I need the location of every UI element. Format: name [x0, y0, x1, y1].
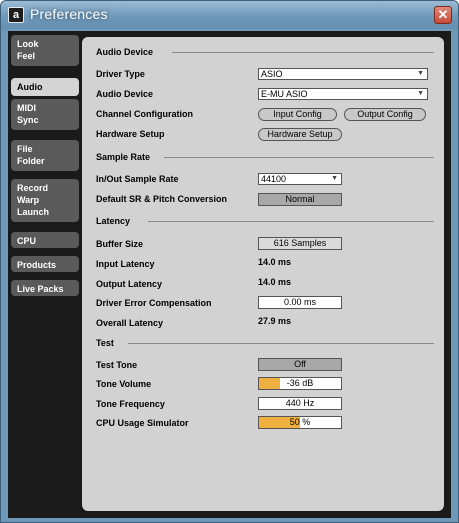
tab-label: Feel — [17, 51, 36, 61]
sample-rate-dropdown[interactable]: 44100 ▼ — [258, 173, 342, 185]
input-latency-value: 14.0 ms — [258, 257, 292, 267]
section-header: Audio Device — [96, 46, 434, 58]
section-header: Sample Rate — [96, 151, 434, 163]
live-app-icon: a — [8, 7, 24, 23]
hardware-setup-button[interactable]: Hardware Setup — [258, 128, 342, 141]
section-divider — [172, 52, 434, 53]
cpu-simulator-slider[interactable]: 50 % — [258, 416, 342, 429]
tab-label: Audio — [17, 82, 43, 92]
chevron-down-icon: ▼ — [417, 70, 424, 77]
audio-device-dropdown[interactable]: E-MU ASIO ▼ — [258, 88, 428, 100]
field-value: 616 Samples — [273, 238, 327, 248]
tab-label: MIDI — [17, 103, 36, 113]
chevron-down-icon: ▼ — [331, 175, 338, 182]
tone-frequency-field[interactable]: 440 Hz — [258, 397, 342, 410]
test-tone-toggle[interactable]: Off — [258, 358, 342, 371]
tab-label: Launch — [17, 207, 50, 217]
tab-label: Warp — [17, 195, 40, 205]
output-latency-value: 14.0 ms — [258, 277, 292, 287]
tab-label: Products — [17, 260, 57, 270]
output-latency-label: Output Latency — [96, 279, 163, 289]
section-divider — [164, 157, 434, 158]
section-header: Test — [96, 337, 434, 349]
tab-label: Live Packs — [17, 284, 64, 294]
slider-value: -36 dB — [286, 378, 314, 388]
default-sr-label: Default SR & Pitch Conversion — [96, 194, 228, 204]
tab-label: File — [17, 144, 33, 154]
chevron-down-icon: ▼ — [417, 90, 424, 97]
preferences-body: Look Feel Audio MIDI Sync File Folder Re… — [8, 31, 451, 518]
close-button[interactable]: ✕ — [434, 6, 452, 24]
tab-products[interactable]: Products — [11, 256, 79, 272]
tab-label: Look — [17, 39, 39, 49]
preferences-window: a Preferences ✕ Look Feel Audio MIDI Syn… — [0, 0, 459, 523]
tab-midi-sync[interactable]: MIDI Sync — [11, 99, 79, 130]
overall-latency-value: 27.9 ms — [258, 316, 292, 326]
tab-label: Folder — [17, 156, 45, 166]
selector-value: Normal — [285, 194, 315, 204]
tab-file-folder[interactable]: File Folder — [11, 140, 79, 171]
tab-record-warp-launch[interactable]: Record Warp Launch — [11, 179, 79, 222]
tab-look-feel[interactable]: Look Feel — [11, 35, 79, 66]
tab-audio[interactable]: Audio — [11, 78, 79, 96]
title-bar[interactable]: a Preferences ✕ — [1, 1, 458, 29]
section-title: Latency — [96, 216, 131, 226]
audio-device-label: Audio Device — [96, 89, 154, 99]
slider-value: 50 % — [289, 417, 311, 427]
input-latency-label: Input Latency — [96, 259, 155, 269]
cpu-simulator-label: CPU Usage Simulator — [96, 418, 189, 428]
dropdown-value: ASIO — [261, 69, 283, 79]
slider-fill — [259, 378, 280, 389]
overall-latency-label: Overall Latency — [96, 318, 164, 328]
driver-type-label: Driver Type — [96, 69, 145, 79]
window-title: Preferences — [30, 6, 108, 22]
hardware-setup-label: Hardware Setup — [96, 129, 165, 139]
tab-label: CPU — [17, 236, 37, 246]
tone-frequency-label: Tone Frequency — [96, 399, 165, 409]
in-out-sample-rate-label: In/Out Sample Rate — [96, 174, 179, 184]
driver-error-label: Driver Error Compensation — [96, 298, 212, 308]
audio-settings-panel: Audio Device Driver Type ASIO ▼ Audio De… — [82, 37, 444, 511]
output-config-button[interactable]: Output Config — [344, 108, 426, 121]
section-title: Test — [96, 338, 114, 348]
buffer-size-label: Buffer Size — [96, 239, 144, 249]
section-title: Audio Device — [96, 47, 154, 57]
field-value: 0.00 ms — [283, 297, 316, 307]
close-icon: ✕ — [437, 7, 449, 22]
toggle-value: Off — [294, 359, 306, 369]
field-value: 440 Hz — [285, 398, 315, 408]
section-divider — [128, 343, 434, 344]
channel-config-label: Channel Configuration — [96, 109, 193, 119]
test-tone-label: Test Tone — [96, 360, 138, 370]
dropdown-value: 44100 — [261, 174, 287, 184]
buffer-size-field[interactable]: 616 Samples — [258, 237, 342, 250]
section-header: Latency — [96, 215, 434, 227]
tab-label: Sync — [17, 115, 39, 125]
tab-cpu[interactable]: CPU — [11, 232, 79, 248]
section-title: Sample Rate — [96, 152, 151, 162]
tone-volume-slider[interactable]: -36 dB — [258, 377, 342, 390]
dropdown-value: E-MU ASIO — [261, 89, 308, 99]
driver-type-dropdown[interactable]: ASIO ▼ — [258, 68, 428, 80]
tab-live-packs[interactable]: Live Packs — [11, 280, 79, 296]
driver-error-field[interactable]: 0.00 ms — [258, 296, 342, 309]
input-config-button[interactable]: Input Config — [258, 108, 337, 121]
tab-label: Record — [17, 183, 49, 193]
section-divider — [148, 221, 434, 222]
sr-conversion-selector[interactable]: Normal — [258, 193, 342, 206]
tone-volume-label: Tone Volume — [96, 379, 152, 389]
